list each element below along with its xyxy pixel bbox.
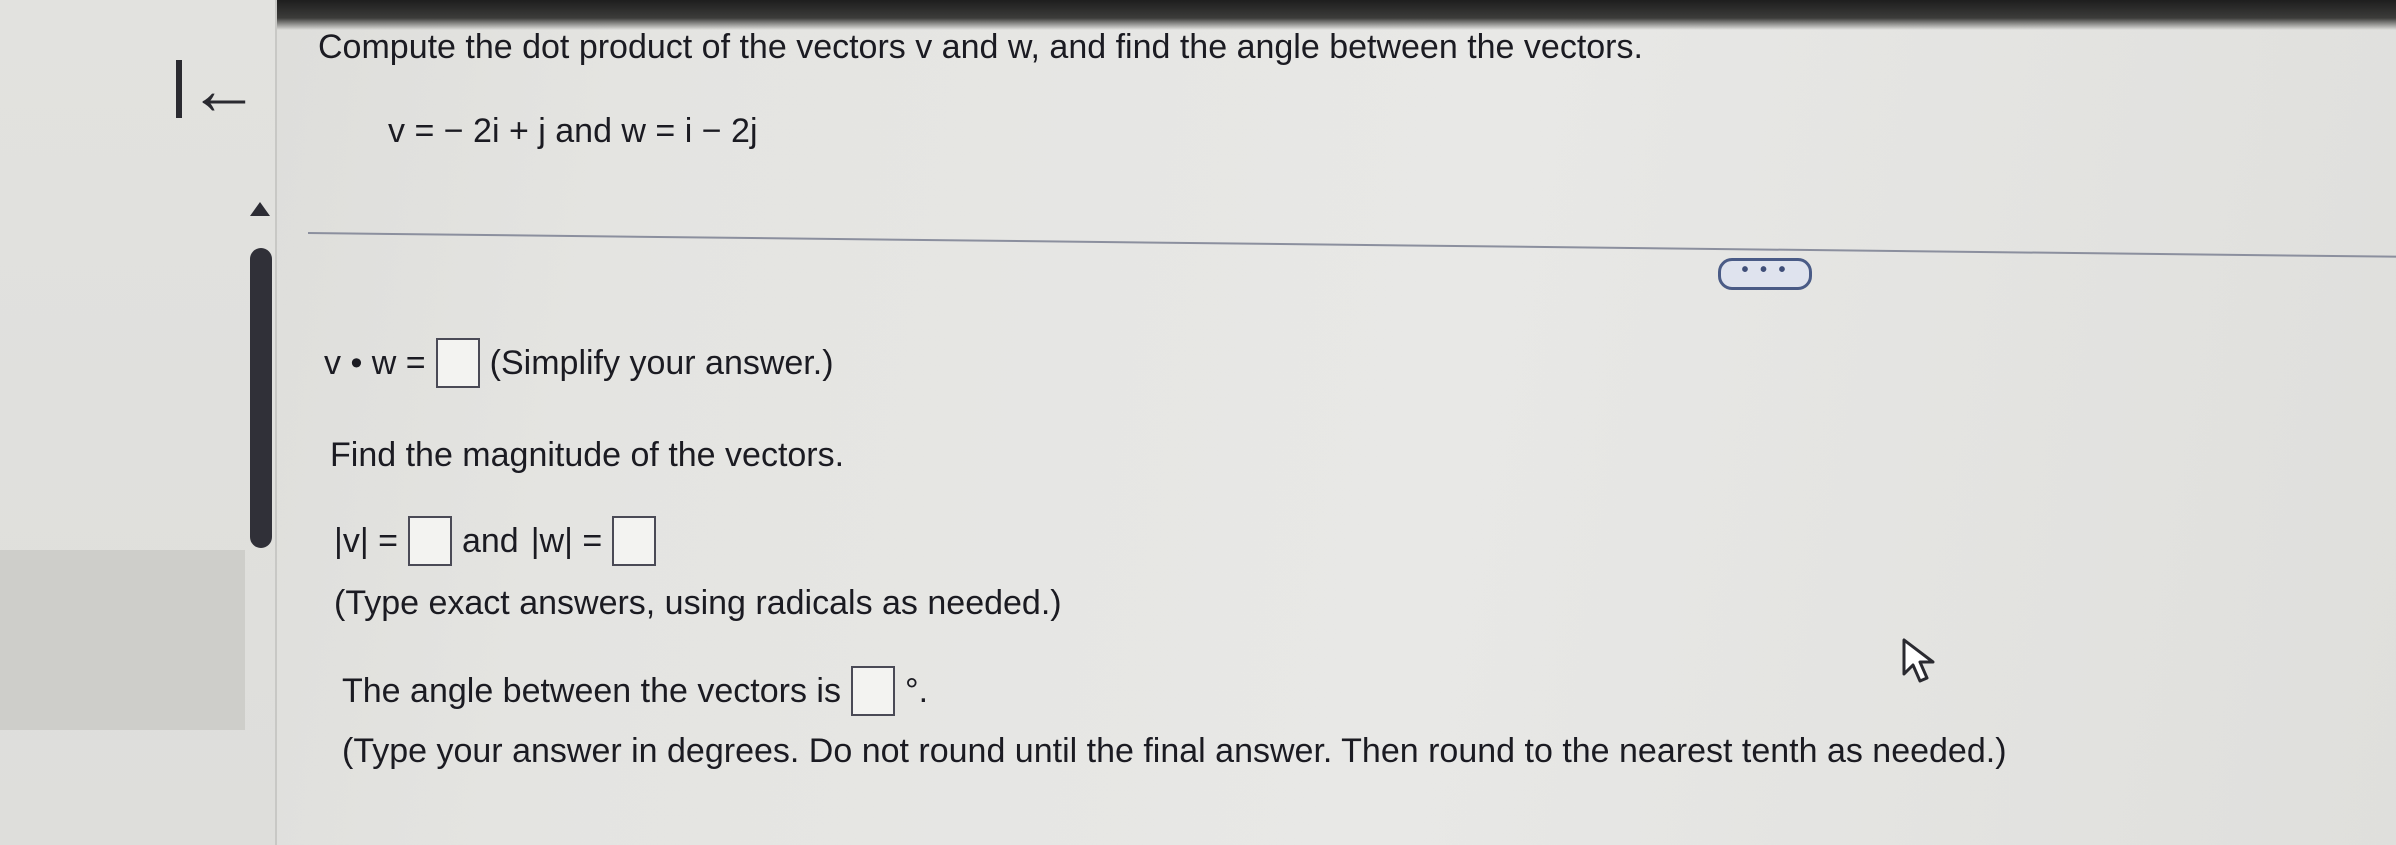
question-prompt: Compute the dot product of the vectors v… [318, 28, 1643, 66]
dot-product-row: v • w = (Simplify your answer.) [324, 338, 834, 388]
scroll-up-icon[interactable] [250, 202, 270, 216]
angle-input[interactable] [850, 666, 895, 716]
v-magnitude-label: |v| = [334, 521, 398, 560]
magnitude-heading: Find the magnitude of the vectors. [330, 436, 845, 474]
question-vectors: v = − 2i + j and w = i − 2j [388, 112, 758, 150]
angle-label: The angle between the vectors is [342, 671, 841, 710]
left-arrow-icon: ← [188, 50, 260, 130]
rail-shadow-band [0, 550, 245, 730]
collapse-left-icon[interactable]: ← [170, 50, 260, 130]
scrollbar-thumb[interactable] [250, 248, 272, 548]
dot-product-label: v • w = [324, 343, 426, 382]
more-options-button[interactable]: • • • [1718, 258, 1812, 290]
mouse-pointer-icon [1902, 638, 1935, 683]
w-magnitude-input[interactable] [612, 516, 657, 566]
dot-product-input[interactable] [435, 338, 480, 388]
collapse-bar [176, 60, 182, 118]
w-magnitude-label: |w| = [530, 521, 603, 560]
angle-hint: (Type your answer in degrees. Do not rou… [342, 732, 2007, 770]
magnitude-row: |v| = and |w| = [334, 516, 666, 566]
dot-product-hint: (Simplify your answer.) [489, 343, 834, 382]
magnitude-hint: (Type exact answers, using radicals as n… [334, 584, 1062, 622]
degree-unit: °. [904, 671, 929, 710]
section-divider [307, 232, 2396, 258]
v-magnitude-input[interactable] [407, 516, 452, 566]
question-panel: Compute the dot product of the vectors v… [300, 0, 2396, 845]
angle-row: The angle between the vectors is °. [342, 666, 928, 716]
and-label: and [461, 521, 519, 560]
